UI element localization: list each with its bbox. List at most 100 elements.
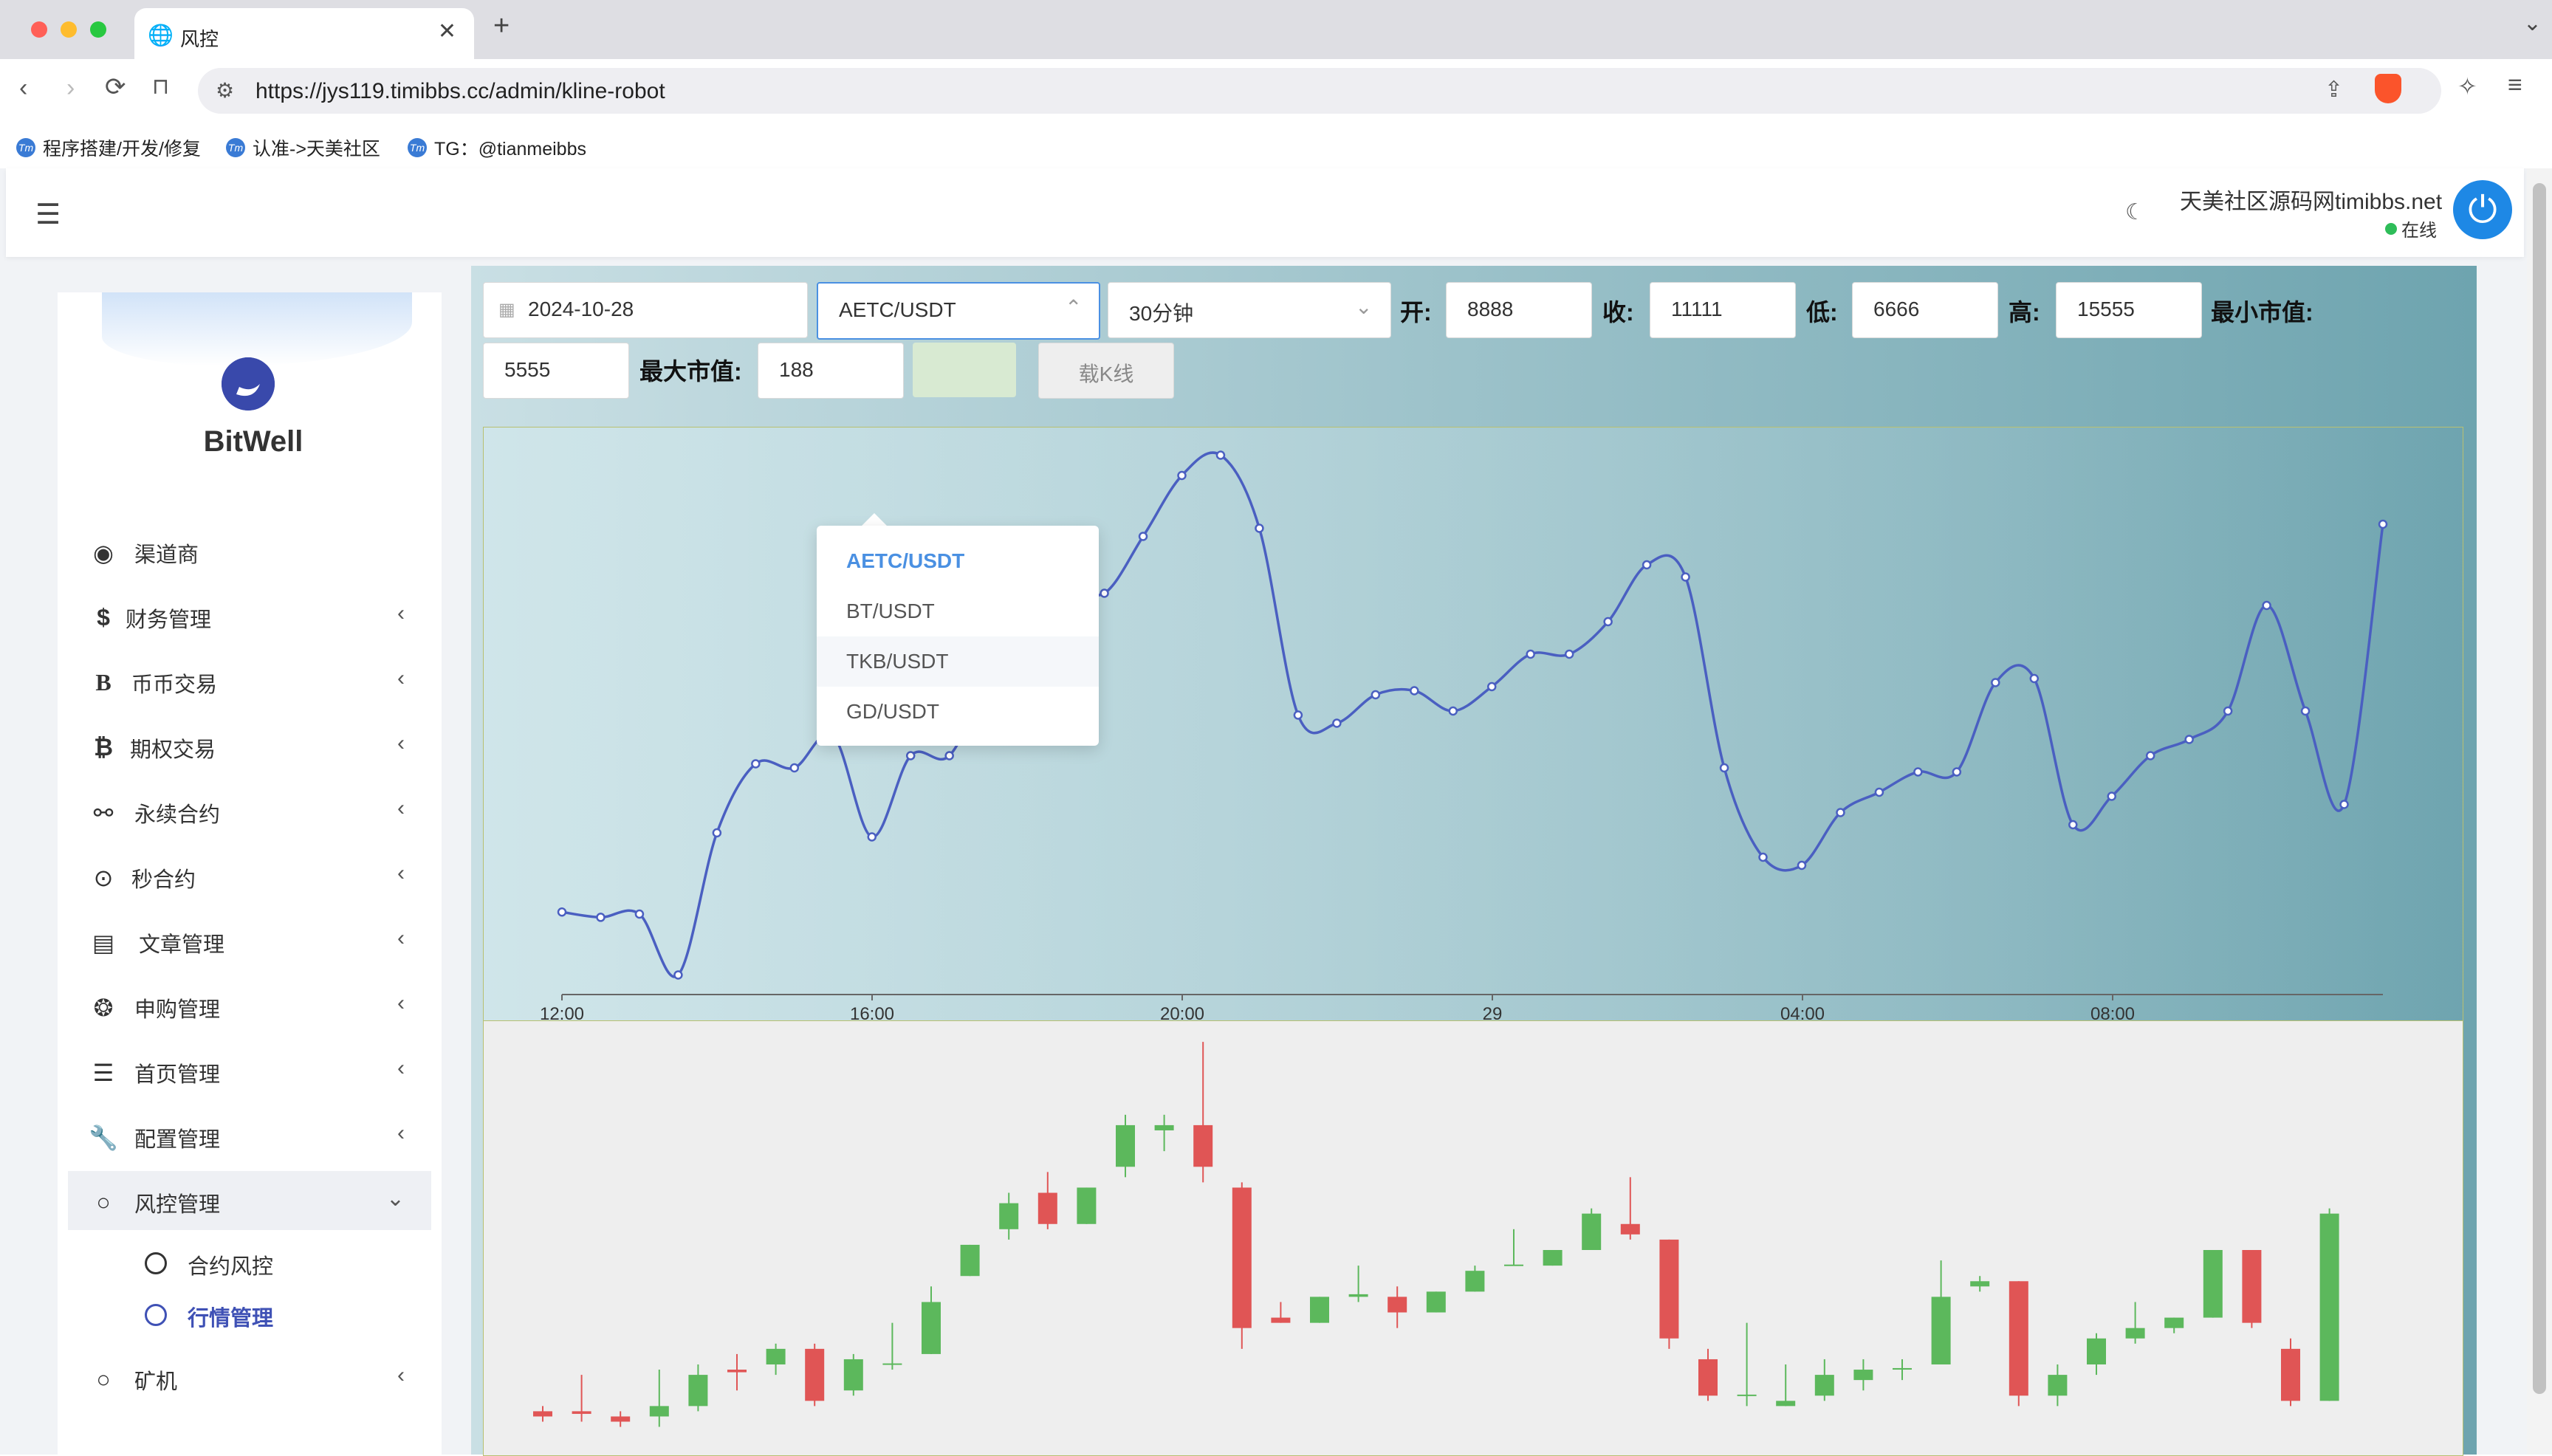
user-circle-icon: ◉ [93, 540, 114, 566]
minimize-window-button[interactable] [61, 21, 77, 38]
sidebar-item-miner[interactable]: ○ 矿机 ‹ [58, 1348, 442, 1407]
globe-icon: 🌐 [148, 24, 174, 47]
min-cap-input[interactable]: 5555 [483, 343, 629, 399]
forward-icon[interactable]: › [66, 74, 75, 103]
price-point [1836, 808, 1845, 817]
price-point [1526, 649, 1535, 659]
candle-body [1426, 1291, 1446, 1313]
sidebar-item-spot-trading[interactable]: B 币币交易 ‹ [58, 651, 442, 710]
bookmark-label: 程序搭建/开发/修复 [43, 139, 201, 159]
low-label: 低: [1806, 299, 1838, 326]
price-point [1564, 649, 1574, 659]
tab-title: 风控 [180, 28, 219, 50]
pair-select[interactable]: AETC/USDT ⌃ [817, 282, 1100, 340]
sidebar-item-label: 期权交易 [130, 738, 216, 762]
price-line-chart: 12:00 16:00 20:00 29 04:00 08:00 [483, 427, 2463, 1022]
share-icon[interactable]: ⇪ [2325, 77, 2343, 103]
candle-body [2281, 1348, 2300, 1401]
bookmark-item[interactable]: Tm TG：@tianmeibbs [408, 134, 586, 161]
low-input[interactable]: 6666 [1852, 282, 1998, 338]
candle-body [1465, 1271, 1485, 1292]
candle-body [533, 1411, 552, 1417]
circle-icon: ○ [96, 1366, 111, 1393]
generate-button[interactable] [913, 343, 1016, 397]
sidebar-item-channel[interactable]: ◉ 渠道商 [58, 521, 442, 580]
price-point [867, 832, 877, 842]
line-chart-svg: 12:00 16:00 20:00 29 04:00 08:00 [540, 450, 2388, 1021]
bookmark-item[interactable]: Tm 认准->天美社区 [226, 134, 380, 161]
tab-list-chevron-icon[interactable]: ⌄ [2523, 10, 2542, 36]
pair-option-aetc[interactable]: AETC/USDT [817, 536, 1099, 586]
dark-mode-toggle-icon[interactable]: ☾ [2125, 199, 2145, 225]
newspaper-icon: ▤ [92, 930, 115, 956]
bookmark-item[interactable]: Tm 程序搭建/开发/修复 [16, 134, 201, 161]
sidebar-item-subscription[interactable]: ❂ 申购管理 ‹ [58, 976, 442, 1035]
back-icon[interactable]: ‹ [19, 74, 27, 103]
sidebar-item-risk-control[interactable]: ○ 风控管理 ⌄ [68, 1171, 431, 1230]
calendar-icon: ▦ [498, 300, 515, 320]
chevron-up-icon: ⌃ [1065, 296, 1083, 319]
candle-body [1077, 1187, 1097, 1224]
price-point [1177, 470, 1187, 481]
candle-body [960, 1244, 980, 1277]
address-bar[interactable]: ⚙ https://jys119.timibbs.cc/admin/kline-… [198, 68, 2441, 114]
sidebar-subitem-market-management[interactable]: 行情管理 [58, 1289, 442, 1341]
price-point [1293, 710, 1303, 720]
online-status-dot-icon [2385, 222, 2397, 235]
pair-option-tkb[interactable]: TKB/USDT [817, 636, 1099, 687]
candle-body [922, 1302, 941, 1354]
price-point [1681, 572, 1690, 582]
candle-body [2009, 1281, 2028, 1396]
url-text[interactable]: https://jys119.timibbs.cc/admin/kline-ro… [255, 79, 665, 104]
date-picker[interactable]: ▦ 2024-10-28 [483, 282, 808, 338]
price-point [944, 751, 954, 760]
browser-tab[interactable]: 🌐 风控 ✕ [134, 8, 474, 59]
bookmark-icon[interactable]: ⊓ [152, 74, 169, 100]
maximize-window-button[interactable] [90, 21, 106, 38]
reload-icon[interactable]: ⟳ [105, 72, 126, 102]
chevron-left-icon: ‹ [397, 1363, 405, 1387]
sidebar-item-label: 申购管理 [134, 998, 221, 1022]
sidebar-item-options[interactable]: ₿ 期权交易 ‹ [58, 716, 442, 775]
page-scrollbar[interactable] [2527, 168, 2552, 1455]
pair-option-bt[interactable]: BT/USDT [817, 586, 1099, 636]
sidebar-item-perpetual[interactable]: ⚯ 永续合约 ‹ [58, 781, 442, 840]
sidebar-item-config[interactable]: 🔧 配置管理 ‹ [58, 1106, 442, 1165]
pair-option-gd[interactable]: GD/USDT [817, 687, 1099, 737]
close-window-button[interactable] [31, 21, 47, 38]
max-cap-label: 最大市值: [639, 358, 742, 385]
candle-body [1232, 1187, 1252, 1328]
pair-select-value: AETC/USDT [839, 298, 956, 321]
sidebar-item-articles[interactable]: ▤ 文章管理 ‹ [58, 911, 442, 970]
site-settings-icon[interactable]: ⚙ [216, 78, 234, 103]
high-input[interactable]: 15555 [2056, 282, 2202, 338]
candle-body [1853, 1370, 1873, 1381]
circle-icon [145, 1252, 167, 1274]
max-cap-input[interactable]: 188 [758, 343, 904, 399]
candlestick-chart [483, 1020, 2463, 1456]
bitcoin-icon: ₿ [93, 734, 114, 760]
price-point [1215, 450, 1226, 460]
brave-shield-icon[interactable] [2375, 74, 2401, 103]
sidebar-item-finance[interactable]: $ 财务管理 ‹ [58, 586, 442, 645]
menu-icon[interactable]: ≡ [2508, 71, 2522, 100]
hamburger-menu-icon[interactable]: ☰ [35, 198, 61, 231]
interval-select[interactable]: 30分钟 ⌄ [1108, 282, 1391, 338]
sidebar-subitem-contract-risk[interactable]: 合约风控 [58, 1237, 442, 1289]
close-input[interactable]: 11111 [1650, 282, 1796, 338]
chevron-down-icon: ⌄ [385, 1187, 405, 1211]
leo-ai-icon[interactable]: ✧ [2457, 72, 2477, 100]
sidebar-item-second-contract[interactable]: ⊙ 秒合约 ‹ [58, 846, 442, 905]
new-tab-icon[interactable]: + [493, 10, 510, 42]
open-input[interactable]: 8888 [1446, 282, 1592, 338]
load-kline-button[interactable]: 载K线 [1038, 343, 1174, 399]
min-cap-value: 5555 [504, 358, 551, 381]
price-point [2184, 735, 2194, 744]
tab-close-icon[interactable]: ✕ [438, 18, 456, 44]
sidebar-item-homepage[interactable]: ☰ 首页管理 ‹ [58, 1041, 442, 1100]
power-logout-button[interactable]: ⏻ [2453, 180, 2512, 239]
scrollbar-thumb[interactable] [2533, 183, 2546, 1394]
candle-body [2087, 1338, 2106, 1364]
open-label: 开: [1400, 299, 1432, 326]
candle-body [1814, 1375, 1834, 1396]
